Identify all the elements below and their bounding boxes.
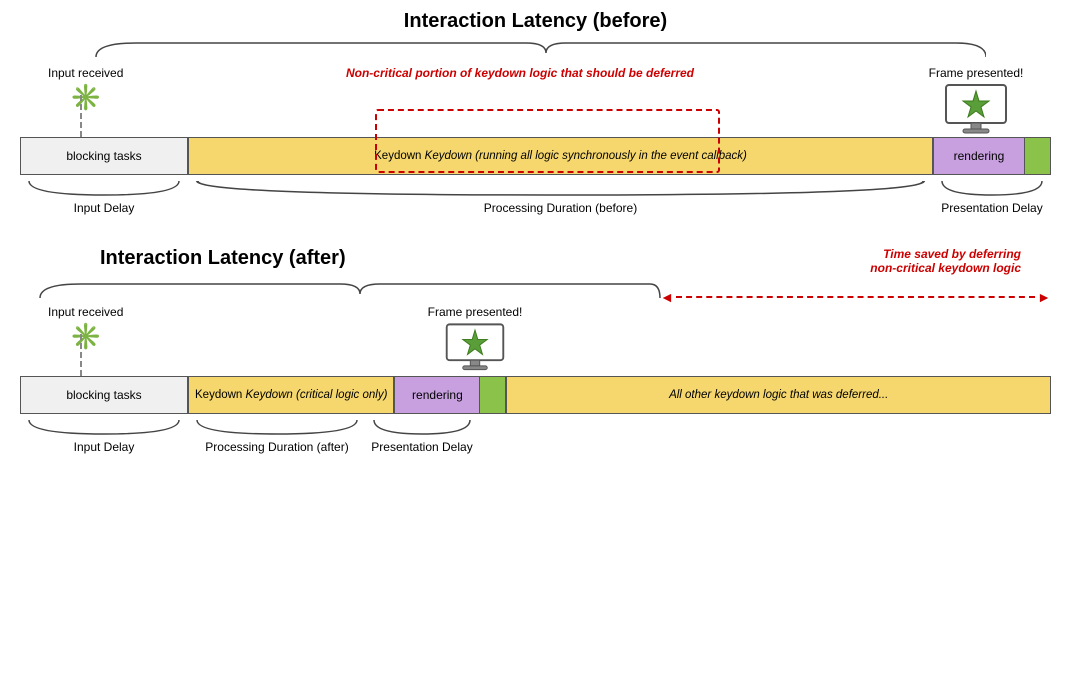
above-labels-before: Input received ✳️ Non-critical portion o… [20, 65, 1051, 137]
monitor-icon-after [410, 322, 540, 375]
section-before-title: Interaction Latency (before) [20, 10, 1051, 33]
cursor-icon-before: ✳️ [48, 84, 123, 110]
top-brace-after [30, 280, 670, 302]
bars-row-after: blocking tasks Keydown Keydown (critical… [20, 376, 1051, 414]
frame-presented-before: Frame presented! [911, 65, 1041, 138]
green-portion-before [1024, 138, 1050, 174]
bar-keydown-before: Keydown Keydown (running all logic synch… [188, 137, 933, 175]
below-braces-before: Input Delay Processing Duration (before)… [20, 177, 1051, 223]
bar-rendering-before: rendering [933, 137, 1051, 175]
brace-presentation-before: Presentation Delay [933, 177, 1051, 215]
above-labels-after: Input received ✳️ Frame presented! [20, 304, 1051, 376]
cursor-icon-after: ✳️ [48, 323, 123, 349]
bar-blocking-before: blocking tasks [20, 137, 188, 175]
dashed-arrow: ◄ ► [660, 289, 1051, 305]
brace-presentation-after: Presentation Delay [366, 416, 478, 454]
brace-input-delay-after: Input Delay [20, 416, 188, 454]
green-portion-after [479, 377, 505, 413]
dashed-line-input-after [80, 334, 82, 376]
section-after: Interaction Latency (after) Time saved b… [20, 247, 1051, 462]
dashed-line-input-before [80, 95, 82, 137]
red-annotation-before: Non-critical portion of keydown logic th… [340, 65, 700, 82]
time-saved-annotation: Time saved by deferringnon-critical keyd… [751, 247, 1021, 275]
bar-blocking-after: blocking tasks [20, 376, 188, 414]
below-braces-after: Input Delay Processing Duration (after) … [20, 416, 1051, 462]
frame-presented-after: Frame presented! [410, 304, 540, 375]
brace-processing-before: Processing Duration (before) [188, 177, 933, 215]
bar-deferred-after: All other keydown logic that was deferre… [506, 376, 1051, 414]
input-received-before: Input received ✳️ [48, 65, 123, 110]
bars-row-before: blocking tasks Keydown Keydown (running … [20, 137, 1051, 175]
brace-processing-after: Processing Duration (after) [188, 416, 366, 454]
diagram-wrapper: Interaction Latency (before) Input recei… [0, 0, 1071, 492]
bar-keydown-after: Keydown Keydown (critical logic only) [188, 376, 394, 414]
top-brace-before [86, 39, 986, 61]
section-before: Interaction Latency (before) Input recei… [20, 10, 1051, 223]
bar-rendering-after: rendering [394, 376, 506, 414]
input-received-after: Input received ✳️ [48, 304, 123, 349]
dashed-arrow-row: ◄ ► [20, 280, 1051, 302]
monitor-icon-before [911, 83, 1041, 138]
brace-input-delay-before: Input Delay [20, 177, 188, 215]
section-after-title: Interaction Latency (after) [20, 247, 346, 270]
title-row-after: Interaction Latency (after) Time saved b… [20, 247, 1051, 276]
